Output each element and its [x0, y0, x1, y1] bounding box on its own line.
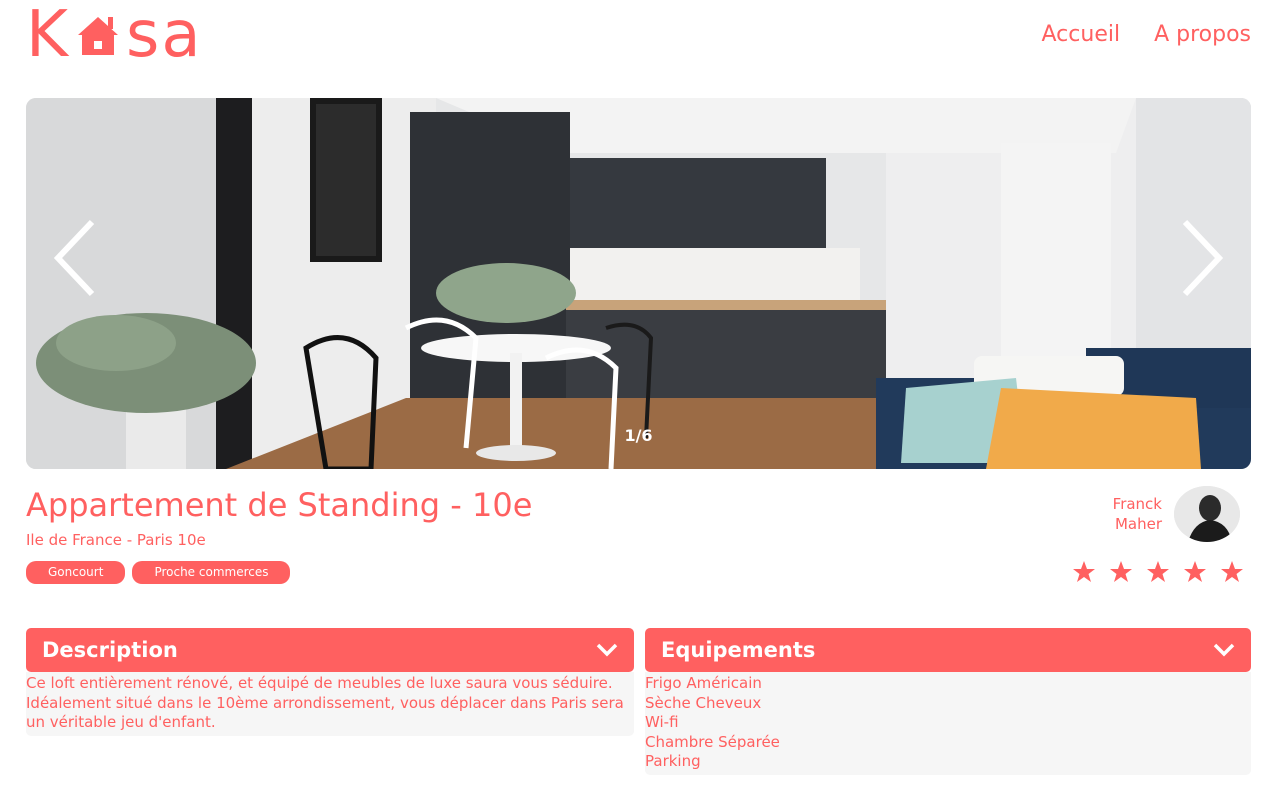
photo-carousel: 1/6: [26, 98, 1251, 469]
list-item: Parking: [645, 752, 701, 770]
chevron-down-icon[interactable]: [596, 643, 618, 657]
list-item: Sèche Cheveux: [645, 693, 762, 712]
host-info: Franck Maher: [1113, 486, 1240, 542]
list-item: Frigo Américain: [645, 674, 762, 692]
chevron-right-icon[interactable]: [1169, 218, 1229, 298]
star-icon: [1073, 561, 1095, 582]
listing-location: Ile de France - Paris 10e: [26, 531, 206, 549]
equipments-collapse: Equipements Frigo Américain Sèche Cheveu…: [645, 628, 1251, 775]
list-item: Chambre Séparée: [645, 732, 780, 751]
list-item: Wi-fi: [645, 713, 679, 731]
star-icon: [1147, 561, 1169, 582]
star-icon: [1221, 561, 1243, 582]
house-logo-icon: [77, 17, 118, 55]
equipments-toggle[interactable]: Equipements: [645, 628, 1251, 672]
slide-counter: 1/6: [624, 426, 653, 445]
description-title: Description: [42, 638, 178, 662]
main-nav: Accueil A propos: [1042, 22, 1251, 47]
rating-stars: [1072, 560, 1244, 584]
host-name: Franck Maher: [1113, 494, 1162, 534]
logo-letter-k: K: [26, 0, 70, 72]
description-body: Ce loft entièrement rénové, et équipé de…: [26, 672, 634, 736]
description-text: Ce loft entièrement rénové, et équipé de…: [26, 674, 624, 731]
description-collapse: Description Ce loft entièrement rénové, …: [26, 628, 634, 736]
equipments-title: Equipements: [661, 638, 816, 662]
star-icon: [1184, 561, 1206, 582]
chevron-down-icon[interactable]: [1213, 643, 1235, 657]
host-first-name: Franck: [1112, 495, 1162, 513]
equipments-body: Frigo Américain Sèche Cheveux Wi-fi Cham…: [645, 672, 1251, 775]
nav-link-accueil[interactable]: Accueil: [1042, 22, 1121, 47]
chevron-left-icon[interactable]: [48, 218, 108, 298]
tag: Goncourt: [26, 561, 126, 584]
tag-list: Goncourt Proche commerces: [26, 561, 291, 584]
equipments-list: Frigo Américain Sèche Cheveux Wi-fi Cham…: [645, 674, 1251, 772]
host-last-name: Maher: [1114, 515, 1162, 533]
apartment-photo: [26, 98, 1251, 469]
listing-title: Appartement de Standing - 10e: [26, 486, 533, 524]
tag: Proche commerces: [132, 561, 291, 584]
nav-link-a-propos[interactable]: A propos: [1154, 22, 1251, 47]
star-icon: [1110, 561, 1132, 582]
description-toggle[interactable]: Description: [26, 628, 634, 672]
host-avatar: [1174, 486, 1240, 542]
kasa-logo[interactable]: K sa: [26, 0, 203, 72]
logo-letters-sa: sa: [125, 0, 203, 72]
site-header: K sa Accueil A propos: [0, 0, 1280, 80]
